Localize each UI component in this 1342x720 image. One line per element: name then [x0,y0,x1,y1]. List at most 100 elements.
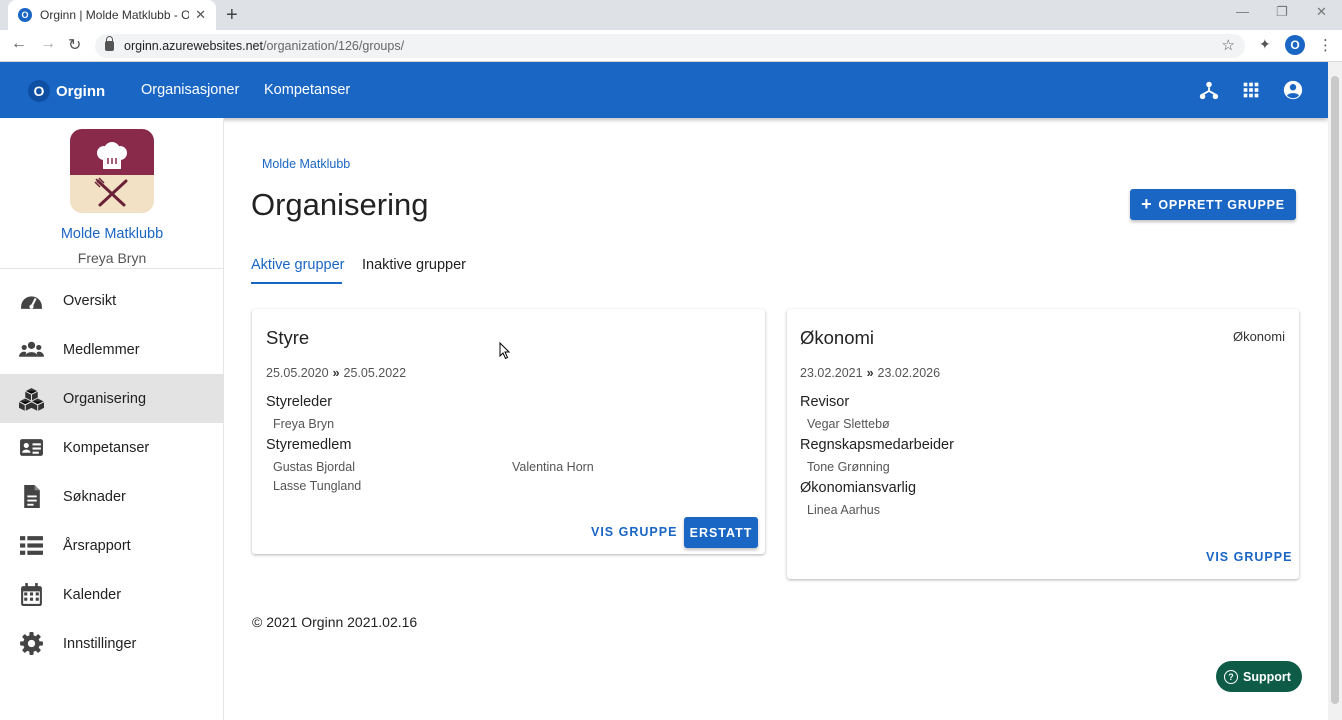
card-title: Styre [266,327,310,348]
support-label: Support [1243,669,1291,684]
footer-copyright: © 2021 Orginn 2021.02.16 [252,614,418,630]
org-logo [70,129,154,213]
tab-title: Orginn | Molde Matklubb - Orga [40,8,190,22]
browser-tab[interactable]: O Orginn | Molde Matklubb - Orga ✕ [8,0,216,30]
sidebar-item-soknader[interactable]: Søknader [0,472,224,521]
dashboard-icon [21,296,42,309]
sidebar-item-label: Innstillinger [63,635,137,652]
account-icon[interactable] [1282,79,1304,101]
card-title: Økonomi [800,327,875,348]
apps-grid-icon[interactable] [1240,79,1262,101]
plus-icon: + [1141,194,1153,214]
create-group-label: OPPRETT GRUPPE [1158,197,1285,212]
list-icon [20,536,43,555]
calendar-icon [21,583,42,606]
id-card-icon [20,439,43,456]
browser-tab-strip: O Orginn | Molde Matklubb - Orga ✕ + — ❐… [0,0,1342,30]
nav-kompetanser[interactable]: Kompetanser [264,82,350,98]
role-label: Regnskapsmedarbeider [800,437,954,453]
member-name: Lasse Tungland [273,479,362,493]
sidebar-item-label: Søknader [63,488,126,505]
help-icon: ? [1224,669,1238,684]
double-arrow-icon: » [332,366,340,380]
role-label: Styreleder [266,394,333,410]
close-window-icon[interactable]: ✕ [1316,4,1327,20]
sidebar-item-medlemmer[interactable]: Medlemmer [0,325,224,374]
brand-logo[interactable]: O Orginn [28,80,105,102]
member-name: Linea Aarhus [807,503,880,517]
breadcrumb[interactable]: Molde Matklubb [262,157,350,171]
url-text: orginn.azurewebsites.net/organization/12… [124,39,405,53]
document-icon [24,485,40,508]
sidebar-item-kalender[interactable]: Kalender [0,570,224,619]
new-tab-icon[interactable]: + [226,4,238,27]
group-card-okonomi: Økonomi Økonomi 23.02.2021 » 23.02.2026 … [787,309,1299,579]
tab-active-groups[interactable]: Aktive grupper [251,257,345,273]
scrollbar-thumb[interactable] [1331,76,1339,704]
back-icon[interactable]: ← [11,35,27,53]
browser-menu-icon[interactable]: ⋮ [1318,36,1333,54]
sidebar-item-kompetanser[interactable]: Kompetanser [0,423,224,472]
member-name: Valentina Horn [512,460,594,474]
support-button[interactable]: ? Support [1216,661,1302,692]
fork-knife-icon [94,177,128,207]
sidebar-item-label: Medlemmer [63,341,140,358]
page-scrollbar[interactable] [1328,62,1342,720]
sidebar-item-label: Oversikt [63,292,117,309]
sidebar: Molde Matklubb Freya Bryn Oversikt Medle… [0,118,224,720]
app-header: O Orginn Organisasjoner Kompetanser [0,62,1328,118]
sidebar-item-organisering[interactable]: Organisering [0,374,224,423]
address-bar[interactable]: orginn.azurewebsites.net/organization/12… [95,34,1245,58]
sidebar-item-label: Kompetanser [63,439,150,456]
active-tab-indicator [251,282,342,284]
view-group-button[interactable]: VIS GRUPPE [591,525,677,539]
browser-toolbar: ← → ↻ orginn.azurewebsites.net/organizat… [0,30,1342,62]
close-tab-icon[interactable]: ✕ [195,7,206,23]
double-arrow-icon: » [866,366,874,380]
restore-icon[interactable]: ❐ [1276,4,1288,20]
card-period: 23.02.2021 » 23.02.2026 [800,366,940,380]
org-chart-icon[interactable] [1198,79,1220,101]
page-title: Organisering [251,187,429,222]
mouse-cursor-icon [499,342,511,360]
brand-name: Orginn [56,82,106,100]
member-name: Gustas Bjordal [273,460,355,474]
brand-icon: O [28,80,50,102]
extensions-icon[interactable]: ✦ [1259,36,1271,53]
sidebar-item-label: Kalender [63,586,122,603]
forward-icon[interactable]: → [40,35,56,53]
period-end: 25.05.2022 [343,366,407,380]
sidebar-item-label: Organisering [63,390,147,407]
boxes-icon [19,388,44,411]
gear-icon [20,632,43,655]
lock-icon [105,36,114,51]
replace-button[interactable]: ERSTATT [684,517,758,548]
sidebar-item-innstillinger[interactable]: Innstillinger [0,619,224,668]
create-group-button[interactable]: + OPPRETT GRUPPE [1130,189,1296,220]
nav-organisasjoner[interactable]: Organisasjoner [141,82,239,98]
reload-icon[interactable]: ↻ [68,35,81,55]
org-name[interactable]: Molde Matklubb [0,226,224,242]
favicon-icon: O [18,8,32,22]
view-group-button[interactable]: VIS GRUPPE [1206,550,1292,564]
sidebar-item-arsrapport[interactable]: Årsrapport [0,521,224,570]
sidebar-divider [0,268,224,269]
tab-inactive-groups[interactable]: Inaktive grupper [362,257,466,273]
member-name: Tone Grønning [807,460,890,474]
bookmark-star-icon[interactable]: ☆ [1222,36,1235,54]
user-name: Freya Bryn [77,250,147,266]
period-start: 23.02.2021 [800,366,863,380]
role-label: Økonomiansvarlig [800,480,917,496]
period-end: 23.02.2026 [877,366,941,380]
minimize-icon[interactable]: — [1236,4,1249,19]
period-start: 25.05.2020 [266,366,329,380]
sidebar-item-oversikt[interactable]: Oversikt [0,276,224,325]
member-name: Vegar Slettebø [807,417,890,431]
card-period: 25.05.2020 » 25.05.2022 [266,366,406,380]
role-label: Styremedlem [266,437,352,453]
group-type-tag: Økonomi [1232,329,1285,344]
chef-hat-icon [97,142,127,169]
member-name: Freya Bryn [273,417,335,431]
profile-avatar[interactable]: O [1285,35,1305,55]
role-label: Revisor [800,394,850,410]
